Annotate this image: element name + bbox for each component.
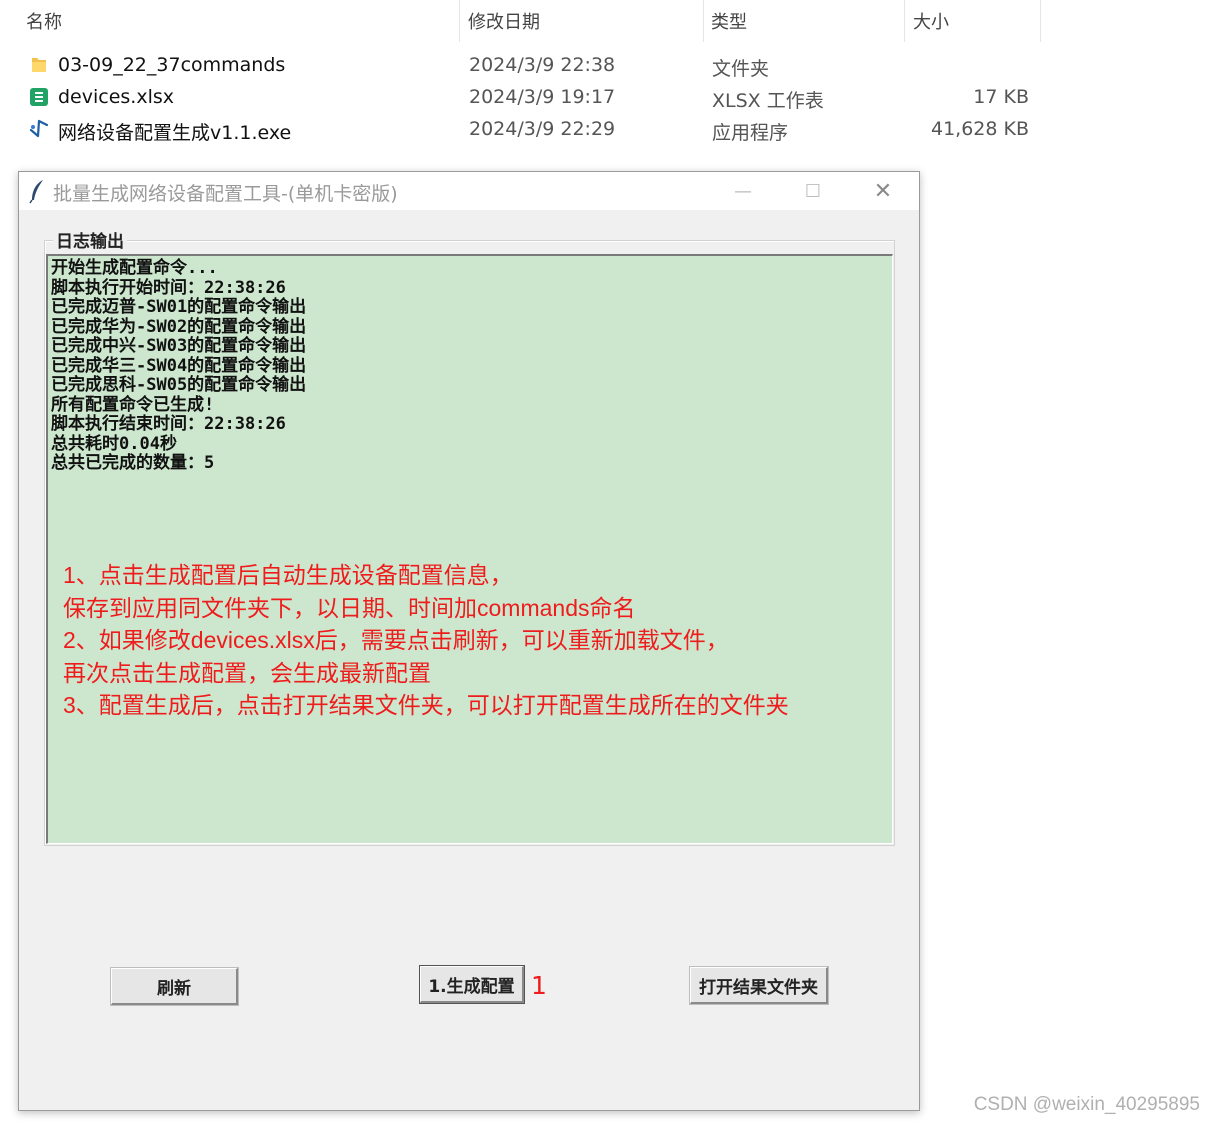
log-line: 开始生成配置命令... — [51, 258, 218, 278]
annotation-number: 1 — [531, 971, 547, 1000]
log-line: 已完成迈普-SW01的配置命令输出 — [51, 297, 307, 317]
file-type: 应用程序 — [712, 122, 789, 144]
file-name: 03-09_22_37commands — [58, 54, 286, 76]
column-header-date-label: 修改日期 — [468, 12, 540, 33]
log-line: 已完成华为-SW02的配置命令输出 — [51, 316, 307, 337]
close-button[interactable]: ✕ — [849, 172, 917, 210]
note-line: 3、配置生成后，点击打开结果文件夹，可以打开配置生成所在的文件夹 — [63, 692, 789, 718]
spreadsheet-icon — [30, 88, 48, 106]
file-type: XLSX 工作表 — [712, 90, 824, 112]
column-header-type-label: 类型 — [711, 12, 747, 33]
file-explorer-list: 名称 ⌃ 修改日期 类型 大小 03-09_22_37commands 2024… — [0, 0, 1216, 160]
maximize-icon: ☐ — [804, 180, 822, 202]
note-line: 1、点击生成配置后自动生成设备配置信息， — [63, 562, 513, 588]
log-line: 所有配置命令已生成! — [51, 394, 215, 415]
note-line: 2、如果修改devices.xlsx后，需要点击刷新，可以重新加载文件， — [63, 627, 729, 653]
column-header-date[interactable]: 修改日期 — [462, 0, 704, 42]
file-row[interactable]: 03-09_22_37commands 2024/3/9 22:38 文件夹 — [0, 50, 1216, 82]
note-line: 保存到应用同文件夹下，以日期、时间加commands命名 — [63, 594, 636, 621]
generate-config-button-label: 1.生成配置 — [428, 976, 515, 997]
file-date: 2024/3/9 22:38 — [469, 54, 616, 76]
log-line: 已完成思科-SW05的配置命令输出 — [51, 375, 307, 395]
file-name: devices.xlsx — [58, 86, 175, 108]
sort-ascending-icon: ⌃ — [232, 0, 244, 9]
title-bar[interactable]: 批量生成网络设备配置工具-(单机卡密版) — ☐ ✕ — [19, 172, 919, 210]
minimize-icon: — — [734, 180, 752, 202]
file-date: 2024/3/9 19:17 — [469, 86, 616, 108]
maximize-button[interactable]: ☐ — [779, 172, 847, 210]
column-header-name-label: 名称 — [26, 12, 62, 33]
file-size: 41,628 KB — [930, 118, 1029, 140]
folder-icon — [32, 58, 46, 72]
log-line: 总共已完成的数量：5 — [51, 453, 215, 473]
watermark: CSDN @weixin_40295895 — [973, 1094, 1200, 1115]
column-header-type[interactable]: 类型 — [705, 0, 905, 42]
feather-icon — [29, 180, 43, 204]
window-title: 批量生成网络设备配置工具-(单机卡密版) — [53, 183, 398, 205]
close-icon: ✕ — [873, 178, 893, 204]
log-frame-label: 日志输出 — [53, 227, 127, 252]
app-window: 批量生成网络设备配置工具-(单机卡密版) — ☐ ✕ 日志输出 开始生成配置命令… — [18, 171, 920, 1111]
log-line: 脚本执行开始时间：22:38:26 — [51, 277, 286, 298]
log-line: 总共耗时0.04秒 — [51, 433, 177, 454]
open-result-folder-button[interactable]: 打开结果文件夹 — [689, 966, 829, 1005]
generate-config-button[interactable]: 1.生成配置 — [419, 965, 525, 1004]
refresh-button[interactable]: 刷新 — [110, 967, 239, 1006]
file-name: 网络设备配置生成v1.1.exe — [58, 122, 292, 144]
open-result-folder-button-label: 打开结果文件夹 — [699, 977, 818, 998]
file-size: 17 KB — [973, 86, 1029, 108]
note-line: 再次点击生成配置，会生成最新配置 — [63, 659, 431, 686]
file-row[interactable]: 网络设备配置生成v1.1.exe 2024/3/9 22:29 应用程序 41,… — [0, 114, 1216, 146]
column-header-size[interactable]: 大小 — [907, 0, 1041, 42]
refresh-button-label: 刷新 — [157, 978, 191, 999]
file-type: 文件夹 — [712, 58, 770, 80]
file-date: 2024/3/9 22:29 — [469, 118, 616, 140]
file-row[interactable]: devices.xlsx 2024/3/9 19:17 XLSX 工作表 17 … — [0, 82, 1216, 114]
log-output-textbox[interactable]: 开始生成配置命令... 脚本执行开始时间：22:38:26 已完成迈普-SW01的配… — [46, 254, 893, 844]
instruction-notes: 1、点击生成配置后自动生成设备配置信息， 保存到应用同文件夹下，以日期、时间加co… — [63, 559, 789, 722]
application-icon — [29, 119, 49, 138]
log-line: 已完成中兴-SW03的配置命令输出 — [51, 336, 307, 356]
column-header-size-label: 大小 — [913, 12, 949, 33]
log-line: 已完成华三-SW04的配置命令输出 — [51, 355, 307, 376]
log-line: 脚本执行结束时间：22:38:26 — [51, 414, 286, 434]
minimize-button[interactable]: — — [709, 172, 777, 210]
